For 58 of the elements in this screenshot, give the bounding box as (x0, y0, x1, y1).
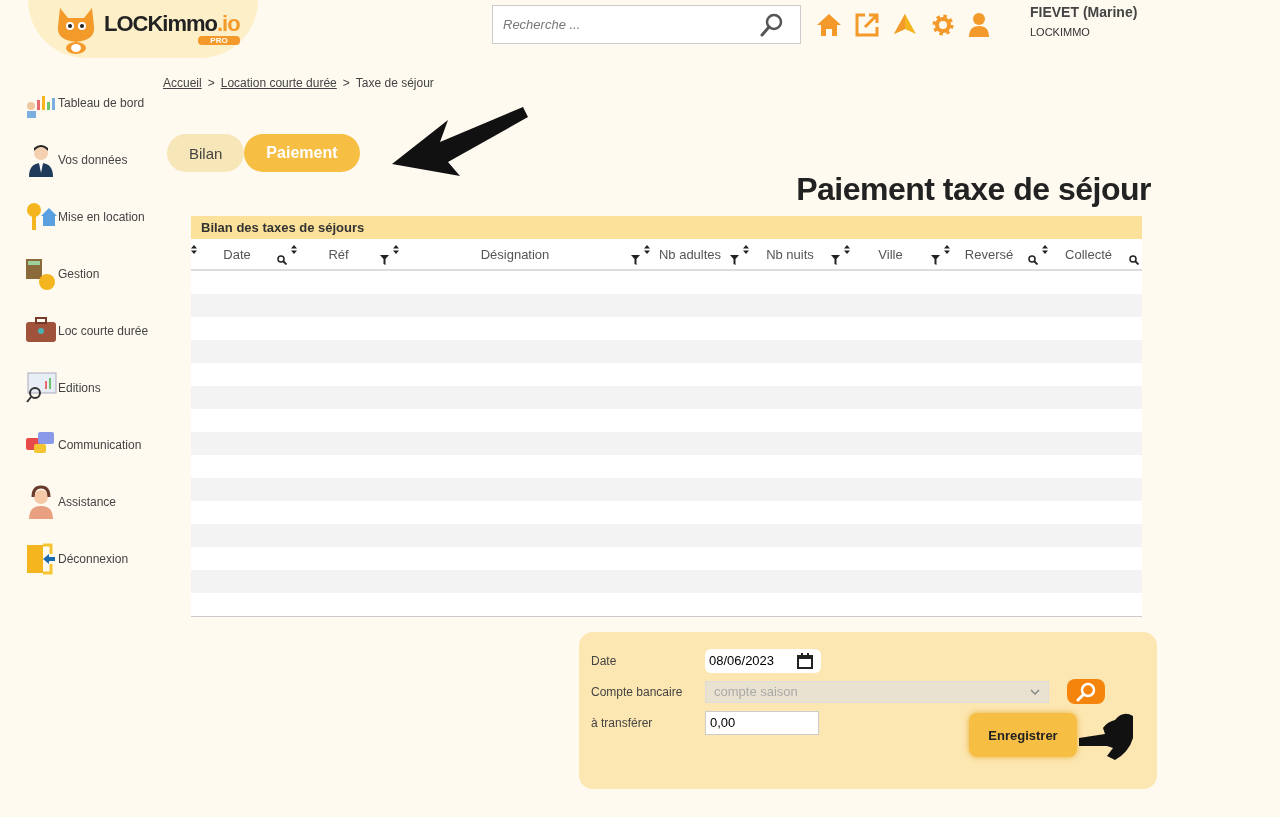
sort-icon[interactable] (944, 245, 950, 254)
field-label: Compte bancaire (591, 684, 684, 699)
search-icon[interactable] (1129, 255, 1139, 265)
sidebar-item[interactable]: Assistance (25, 485, 163, 519)
sort-icon[interactable] (393, 245, 399, 254)
date-field[interactable]: 08/06/2023 (705, 648, 821, 673)
exit-door-icon (25, 542, 57, 576)
column-header[interactable]: Collecté (1042, 239, 1143, 269)
monitor-icon (25, 371, 57, 405)
breadcrumb-separator: > (207, 76, 215, 90)
sort-icon[interactable] (191, 245, 197, 254)
sort-icon[interactable] (291, 245, 297, 254)
column-header[interactable]: Nb nuits (743, 239, 844, 269)
breadcrumb-separator: > (342, 76, 350, 90)
field-label: à transférer (591, 715, 654, 730)
breadcrumb-current: Taxe de séjour (355, 76, 434, 90)
user-name: FIEVET (Marine) (1030, 4, 1138, 20)
sidebar-item[interactable]: Gestion (25, 257, 163, 291)
page-title: Paiement taxe de séjour (795, 171, 1151, 208)
sort-icon[interactable] (644, 245, 650, 254)
sort-icon[interactable] (1042, 245, 1048, 254)
sidebar-item[interactable]: Mise en location (25, 200, 163, 234)
search-icon[interactable] (759, 12, 785, 38)
filter-icon[interactable] (831, 255, 840, 265)
search-field[interactable]: Recherche ... (492, 5, 801, 44)
sort-icon[interactable] (743, 245, 749, 254)
calendar-icon[interactable] (797, 652, 813, 669)
sidebar-item[interactable]: Tableau de bord (25, 86, 163, 120)
filter-icon[interactable] (380, 255, 389, 265)
search-icon[interactable] (1028, 255, 1038, 265)
pro-badge: PRO (198, 36, 240, 45)
column-header[interactable]: Réf (291, 239, 393, 269)
column-header[interactable]: Date (191, 239, 291, 269)
filter-icon[interactable] (730, 255, 739, 265)
filter-icon[interactable] (931, 255, 940, 265)
field-label: Date (591, 653, 618, 668)
breadcrumb-link[interactable]: Location courte durée (220, 76, 337, 90)
column-header[interactable]: Reversé (944, 239, 1042, 269)
column-header[interactable]: Ville (844, 239, 944, 269)
tab[interactable]: Bilan (167, 134, 245, 172)
logo-text: LOCKimmo.io (104, 13, 240, 35)
column-header[interactable]: Nb adultes (644, 239, 743, 269)
sidebar-item[interactable]: Déconnexion (25, 542, 163, 576)
sidebar-item[interactable]: Editions (25, 371, 163, 405)
search-button[interactable] (1067, 679, 1105, 704)
filter-icon[interactable] (631, 255, 640, 265)
company-name: LOCKIMMO (1030, 26, 1091, 38)
sort-icon[interactable] (844, 245, 850, 254)
save-button[interactable]: Enregistrer (969, 713, 1077, 757)
calculator-icon (25, 257, 57, 291)
sidebar-item[interactable]: Vos données (25, 143, 163, 177)
search-icon[interactable] (277, 255, 287, 265)
column-header[interactable]: Désignation (393, 239, 644, 269)
amount-field[interactable]: 0,00 (705, 710, 819, 735)
sidebar-item[interactable]: Loc courte durée (25, 314, 163, 348)
table-title: Bilan des taxes de séjours (191, 216, 1142, 239)
sidebar-item[interactable]: Communication (25, 428, 163, 462)
breadcrumb-link[interactable]: Accueil (163, 76, 202, 90)
